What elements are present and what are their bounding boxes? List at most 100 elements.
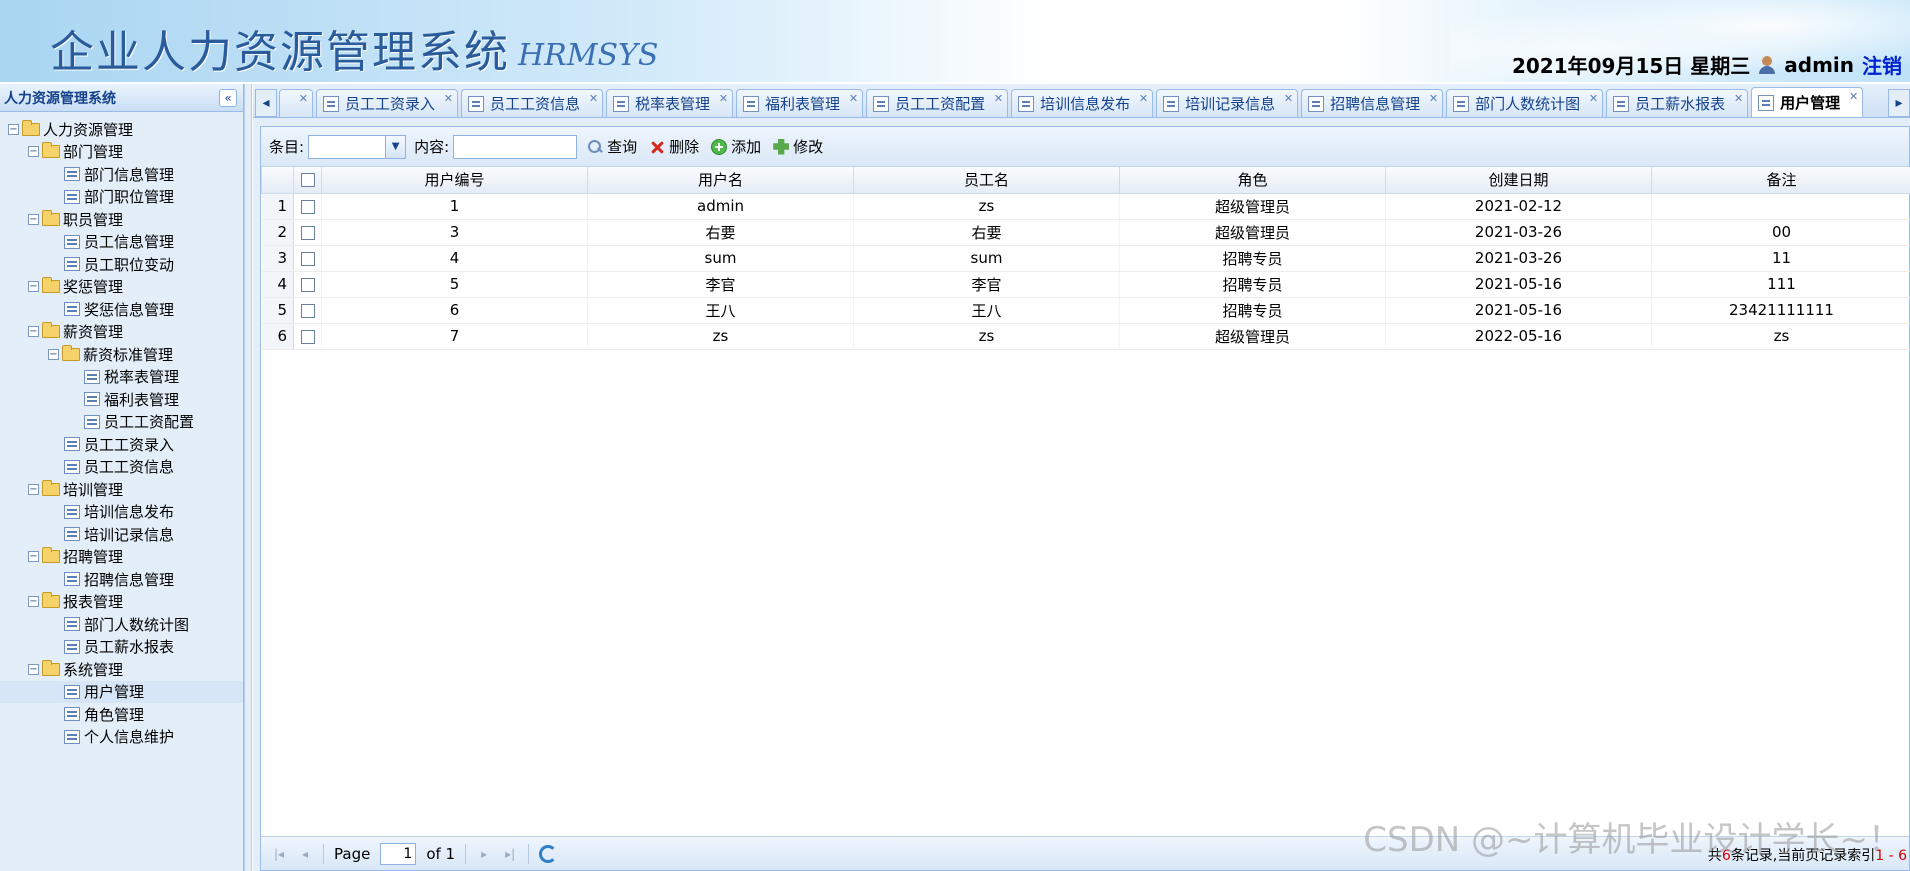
table-row[interactable]: 4 5 李官 李官 招聘专员 2021-05-16 111 [261,271,1910,298]
tab-partial[interactable]: ✕ [279,89,313,117]
column-header[interactable]: 用户编号 [321,167,588,194]
close-icon[interactable]: ✕ [1849,90,1858,103]
close-icon[interactable]: ✕ [589,92,598,105]
last-page-icon[interactable]: ▸| [502,846,518,862]
tree-item-profile[interactable]: 个人信息维护 [0,726,243,749]
field-select[interactable]: ▼ [308,134,407,159]
tab-user-management[interactable]: 用户管理 ✕ [1751,87,1864,117]
column-header[interactable]: 员工名 [853,167,1120,194]
tree-group-recruit[interactable]: − 招聘管理 [0,546,243,569]
prev-page-icon[interactable]: ◂ [297,846,313,862]
tab-recruit-info[interactable]: 招聘信息管理 ✕ [1301,89,1444,117]
tree-item-welfare-table[interactable]: 福利表管理 [0,388,243,411]
close-icon[interactable]: ✕ [1284,92,1293,105]
select-all-checkbox[interactable] [300,173,315,188]
row-checkbox[interactable] [300,225,315,240]
tree-group-report[interactable]: − 报表管理 [0,591,243,614]
row-checkbox[interactable] [300,251,315,266]
tree-item-user-management[interactable]: 用户管理 [0,680,243,703]
first-page-icon[interactable]: |◂ [271,846,287,862]
column-header[interactable]: 备注 [1651,167,1910,194]
add-button[interactable]: 添加 [711,136,761,157]
edit-button[interactable]: 修改 [773,136,823,157]
tree-item-dept-position[interactable]: 部门职位管理 [0,186,243,209]
next-page-icon[interactable]: ▸ [476,846,492,862]
tab-scroll-left-button[interactable]: ◂ [255,89,277,117]
tree-group-system[interactable]: − 系统管理 [0,658,243,681]
tab-salary-entry[interactable]: 员工工资录入 ✕ [316,89,459,117]
logout-link[interactable]: 注销 [1862,50,1902,79]
tree-group-reward[interactable]: − 奖惩管理 [0,276,243,299]
row-checkbox[interactable] [300,303,315,318]
tab-tax-table[interactable]: 税率表管理 ✕ [606,89,734,117]
tree-item-salary-entry[interactable]: 员工工资录入 [0,433,243,456]
tree-item-salary-report[interactable]: 员工薪水报表 [0,636,243,659]
tree-group-staff[interactable]: − 职员管理 [0,208,243,231]
column-header[interactable]: 创建日期 [1385,167,1652,194]
content-input[interactable] [453,134,578,159]
search-button[interactable]: 查询 [587,136,637,157]
tree-item-dept-info[interactable]: 部门信息管理 [0,163,243,186]
close-icon[interactable]: ✕ [1589,92,1598,105]
row-checkbox[interactable] [300,329,315,344]
tree-item-staff-position-change[interactable]: 员工职位变动 [0,253,243,276]
tree-item-role-management[interactable]: 角色管理 [0,703,243,726]
tree-item-reward-info[interactable]: 奖惩信息管理 [0,298,243,321]
collapse-toggle-icon[interactable]: − [28,281,39,293]
close-icon[interactable]: ✕ [1429,92,1438,105]
close-icon[interactable]: ✕ [1734,92,1743,105]
table-row[interactable]: 1 1 admin zs 超级管理员 2021-02-12 [261,193,1910,220]
page-number-input[interactable]: 1 [380,842,417,865]
tree-item-tax-table[interactable]: 税率表管理 [0,366,243,389]
close-icon[interactable]: ✕ [1139,92,1148,105]
refresh-icon[interactable] [539,844,558,863]
collapse-toggle-icon[interactable]: − [28,146,39,158]
collapse-sidebar-button[interactable]: « [219,88,237,107]
tab-salary-info[interactable]: 员工工资信息 ✕ [461,89,604,117]
close-icon[interactable]: ✕ [719,92,728,105]
row-checkbox[interactable] [300,199,315,214]
tree-item-train-publish[interactable]: 培训信息发布 [0,501,243,524]
tree-item-salary-info[interactable]: 员工工资信息 [0,456,243,479]
close-icon[interactable]: ✕ [849,92,858,105]
collapse-toggle-icon[interactable]: − [28,663,39,675]
close-icon[interactable]: ✕ [994,92,1003,105]
table-row[interactable]: 5 6 王八 王八 招聘专员 2021-05-16 23421111111 [261,297,1910,324]
tree-subgroup-salary-standard[interactable]: − 薪资标准管理 [0,343,243,366]
delete-button[interactable]: 删除 [649,136,699,157]
tab-salary-report[interactable]: 员工薪水报表 ✕ [1606,89,1749,117]
collapse-toggle-icon[interactable]: − [28,326,39,338]
tab-salary-config[interactable]: 员工工资配置 ✕ [866,89,1009,117]
column-header[interactable]: 角色 [1119,167,1386,194]
collapse-toggle-icon[interactable]: − [28,596,39,608]
tree-item-dept-chart[interactable]: 部门人数统计图 [0,613,243,636]
tree-group-train[interactable]: − 培训管理 [0,478,243,501]
select-all-header [293,167,322,194]
tree-item-staff-info[interactable]: 员工信息管理 [0,231,243,254]
collapse-toggle-icon[interactable]: − [28,551,39,563]
tree-root[interactable]: − 人力资源管理 [0,118,243,141]
tree-group-salary[interactable]: − 薪资管理 [0,321,243,344]
tree-item-recruit-info[interactable]: 招聘信息管理 [0,568,243,591]
chevron-down-icon[interactable]: ▼ [385,135,406,158]
collapse-toggle-icon[interactable]: − [48,348,59,360]
tab-welfare-table[interactable]: 福利表管理 ✕ [736,89,864,117]
close-icon[interactable]: ✕ [444,92,453,105]
tree-group-dept[interactable]: − 部门管理 [0,141,243,164]
tab-scroll-right-button[interactable]: ▸ [1888,89,1910,117]
table-row[interactable]: 3 4 sum sum 招聘专员 2021-03-26 11 [261,245,1910,272]
collapse-toggle-icon[interactable]: − [28,483,39,495]
table-row[interactable]: 2 3 右要 右要 超级管理员 2021-03-26 00 [261,219,1910,246]
collapse-toggle-icon[interactable]: − [8,123,19,135]
collapse-toggle-icon[interactable]: − [28,213,39,225]
tree-item-train-record[interactable]: 培训记录信息 [0,523,243,546]
table-row[interactable]: 6 7 zs zs 超级管理员 2022-05-16 zs [261,323,1910,350]
column-header[interactable]: 用户名 [587,167,854,194]
tab-train-publish[interactable]: 培训信息发布 ✕ [1011,89,1154,117]
tab-dept-chart[interactable]: 部门人数统计图 ✕ [1446,89,1604,117]
tab-train-record[interactable]: 培训记录信息 ✕ [1156,89,1299,117]
tree-item-salary-config[interactable]: 员工工资配置 [0,411,243,434]
row-checkbox[interactable] [300,277,315,292]
close-icon[interactable]: ✕ [299,92,308,105]
sidebar-splitter[interactable] [244,84,252,871]
